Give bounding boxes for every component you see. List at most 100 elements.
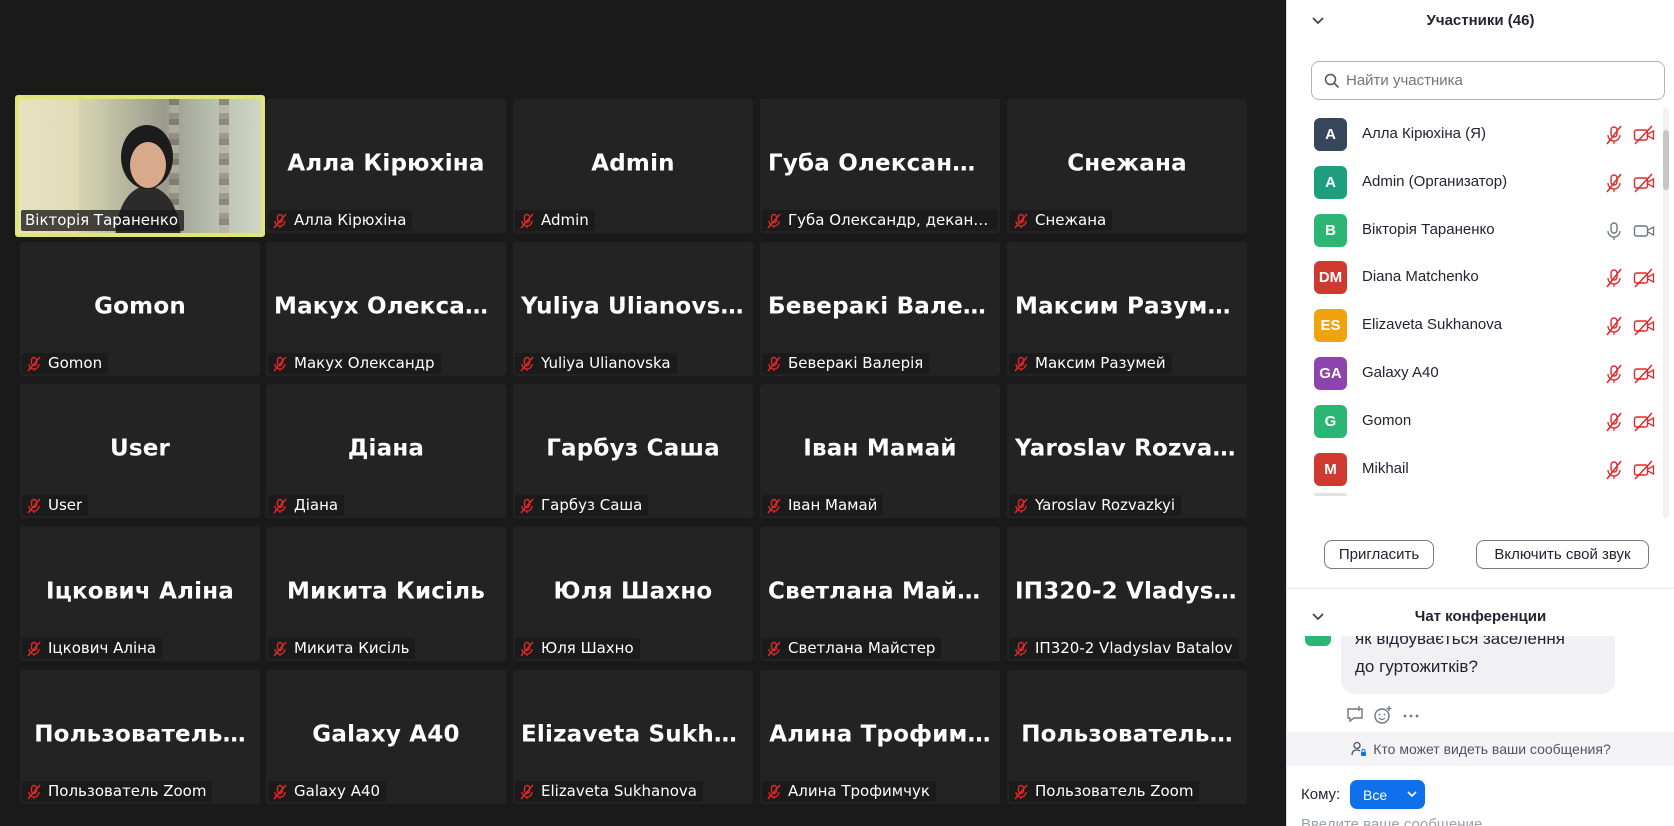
video-off-icon[interactable] [1633,268,1655,288]
active-speaker-tile[interactable]: Вікторія Тараненко [15,95,265,237]
participant-tile[interactable]: ІП320-2 Vladysl… ІП320-2 Vladyslav Batalo… [1007,527,1247,661]
participant-display-name: Galaxy A40 [312,721,460,748]
video-off-icon[interactable] [1633,173,1655,193]
participant-display-name: Светлана Майс… [768,578,992,605]
participant-display-name: Admin [591,150,675,177]
participant-row[interactable]: A Admin (Организатор) [1287,156,1659,207]
participant-row[interactable]: DM Diana Matchenko [1287,251,1659,302]
participant-tile[interactable]: Admin Admin [513,99,753,233]
video-off-icon[interactable] [1633,364,1655,384]
participant-name-text: Yuliya Ulianovska [541,354,671,372]
participant-search-input[interactable] [1346,72,1646,89]
video-off-icon[interactable] [1633,460,1655,480]
participant-tile[interactable]: Алина Трофим… Алина Трофимчук [760,670,1000,804]
chat-compose-input[interactable]: Введите ваше сообщение... [1301,816,1495,826]
recipient-label: Кому: [1301,786,1341,803]
reply-icon[interactable] [1345,705,1365,725]
chat-message-bubble: як відбувається заселення до гуртожитків… [1341,636,1615,694]
more-options-icon[interactable] [1401,705,1421,725]
participant-avatar: В [1314,213,1347,247]
participant-tile[interactable]: Іцкович Аліна Іцкович Аліна [20,527,260,661]
participant-tile[interactable]: User User [20,384,260,518]
participant-name-text: Беверакі Валерія [788,354,924,372]
participant-tile[interactable]: Беверакі Валерія Беверакі Валерія [760,242,1000,376]
participant-tile[interactable]: Galaxy A40 Galaxy A40 [266,670,506,804]
video-camera-icon[interactable] [1633,221,1655,241]
participant-tile[interactable]: Yaroslav Rozvaz… Yaroslav Rozvazkyi [1007,384,1247,518]
participant-tile[interactable]: Снежана Снежана [1007,99,1247,233]
muted-mic-icon[interactable] [1604,125,1624,145]
participant-name-text: Yaroslav Rozvazkyi [1035,496,1176,514]
participant-tile[interactable]: Гарбуз Саша Гарбуз Саша [513,384,753,518]
add-reaction-icon[interactable] [1373,705,1393,725]
muted-mic-icon [273,213,287,228]
participant-tile[interactable]: Іван Мамай Іван Мамай [760,384,1000,518]
participant-display-name: Пользователь… [34,721,246,748]
participant-tile[interactable]: Светлана Майс… Светлана Майстер [760,527,1000,661]
collapse-participants-chevron-icon[interactable] [1311,14,1325,28]
message-privacy-link[interactable]: Кто может видеть ваши сообщения? [1287,732,1674,766]
participant-tile[interactable]: Пользователь… Пользователь Zoom [20,670,260,804]
participant-name-label: Снежана [1009,210,1113,231]
participant-name-label: Yuliya Ulianovska [515,353,677,374]
muted-mic-icon[interactable] [1604,460,1624,480]
participant-tile[interactable]: Пользователь… Пользователь Zoom [1007,670,1247,804]
participant-tile[interactable]: Микита Кисіль Микита Кисіль [266,527,506,661]
unmute-self-button[interactable]: Включить свой звук [1476,540,1649,569]
participant-name-label: Беверакі Валерія [762,353,930,374]
participant-tile[interactable]: Gomon Gomon [20,242,260,376]
chat-messages: як відбувається заселення до гуртожитків… [1287,636,1674,732]
participant-tile[interactable]: Алла Кірюхіна Алла Кірюхіна [266,99,506,233]
participant-row[interactable]: GA Galaxy A40 [1287,347,1659,398]
muted-mic-icon [27,356,41,371]
person-lock-icon [1351,741,1367,756]
invite-button[interactable]: Пригласить [1324,540,1434,569]
scrollbar-thumb[interactable] [1663,130,1669,190]
muted-mic-icon[interactable] [1604,316,1624,336]
participant-name-text: Максим Разумей [1035,354,1166,372]
muted-mic-icon[interactable] [1604,364,1624,384]
participant-row[interactable]: А Алла Кірюхіна (Я) [1287,108,1659,159]
chat-header: Чат конференции [1287,598,1674,634]
participant-tile[interactable]: Юля Шахно Юля Шахно [513,527,753,661]
mic-icon[interactable] [1604,221,1624,241]
participant-row[interactable]: G Gomon [1287,395,1659,446]
participant-tile[interactable]: Максим Разумей Максим Разумей [1007,242,1247,376]
participant-name-label: Yaroslav Rozvazkyi [1009,495,1182,516]
participant-row[interactable]: В Вікторія Тараненко [1287,204,1659,255]
participant-name-label: Пользователь Zoom [1009,781,1200,802]
video-off-icon[interactable] [1633,316,1655,336]
participant-search[interactable] [1311,61,1665,100]
participants-header: Участники (46) [1287,2,1674,38]
muted-mic-icon[interactable] [1604,268,1624,288]
participant-tile[interactable]: Макух Олексан… Макух Олександр [266,242,506,376]
participant-name-text: ІП320-2 Vladyslav Batalov [1035,639,1233,657]
muted-mic-icon [1014,498,1028,513]
collapse-chat-chevron-icon[interactable] [1311,610,1325,624]
video-off-icon[interactable] [1633,412,1655,432]
muted-mic-icon[interactable] [1604,173,1624,193]
participant-row[interactable]: M Mikhail [1287,443,1659,494]
participant-name-label: Пользователь Zoom [22,781,213,802]
participants-scrollbar[interactable] [1663,108,1669,518]
participant-avatar: GA [1314,357,1347,390]
muted-mic-icon[interactable] [1604,412,1624,432]
participant-tile[interactable]: Діана Діана [266,384,506,518]
participant-tile[interactable]: Elizaveta Sukha… Elizaveta Sukhanova [513,670,753,804]
recipient-dropdown[interactable]: Все [1350,780,1425,809]
participant-display-name: Іван Мамай [803,435,957,462]
video-off-icon[interactable] [1633,125,1655,145]
participant-name-label: Алина Трофимчук [762,781,936,802]
participant-display-name: Максим Разумей [1015,293,1239,320]
participant-row[interactable]: ES Elizaveta Sukhanova [1287,299,1659,350]
participant-tile[interactable]: Губа Олександ… Губа Олександр, декан фак… [760,99,1000,233]
participant-display-name: Микита Кисіль [286,578,485,605]
participant-name-label: ІП320-2 Vladyslav Batalov [1009,638,1239,659]
participant-display-name: Гарбуз Саша [546,435,720,462]
participant-display-name: Іцкович Аліна [45,578,235,605]
participant-name-text: Admin [541,211,589,229]
participant-display-name: Yaroslav Rozvaz… [1015,435,1239,462]
participant-name-text: Микита Кисіль [294,639,410,657]
participant-tile[interactable]: Yuliya Ulianovska Yuliya Ulianovska [513,242,753,376]
participant-name-text: Gomon [48,354,103,372]
